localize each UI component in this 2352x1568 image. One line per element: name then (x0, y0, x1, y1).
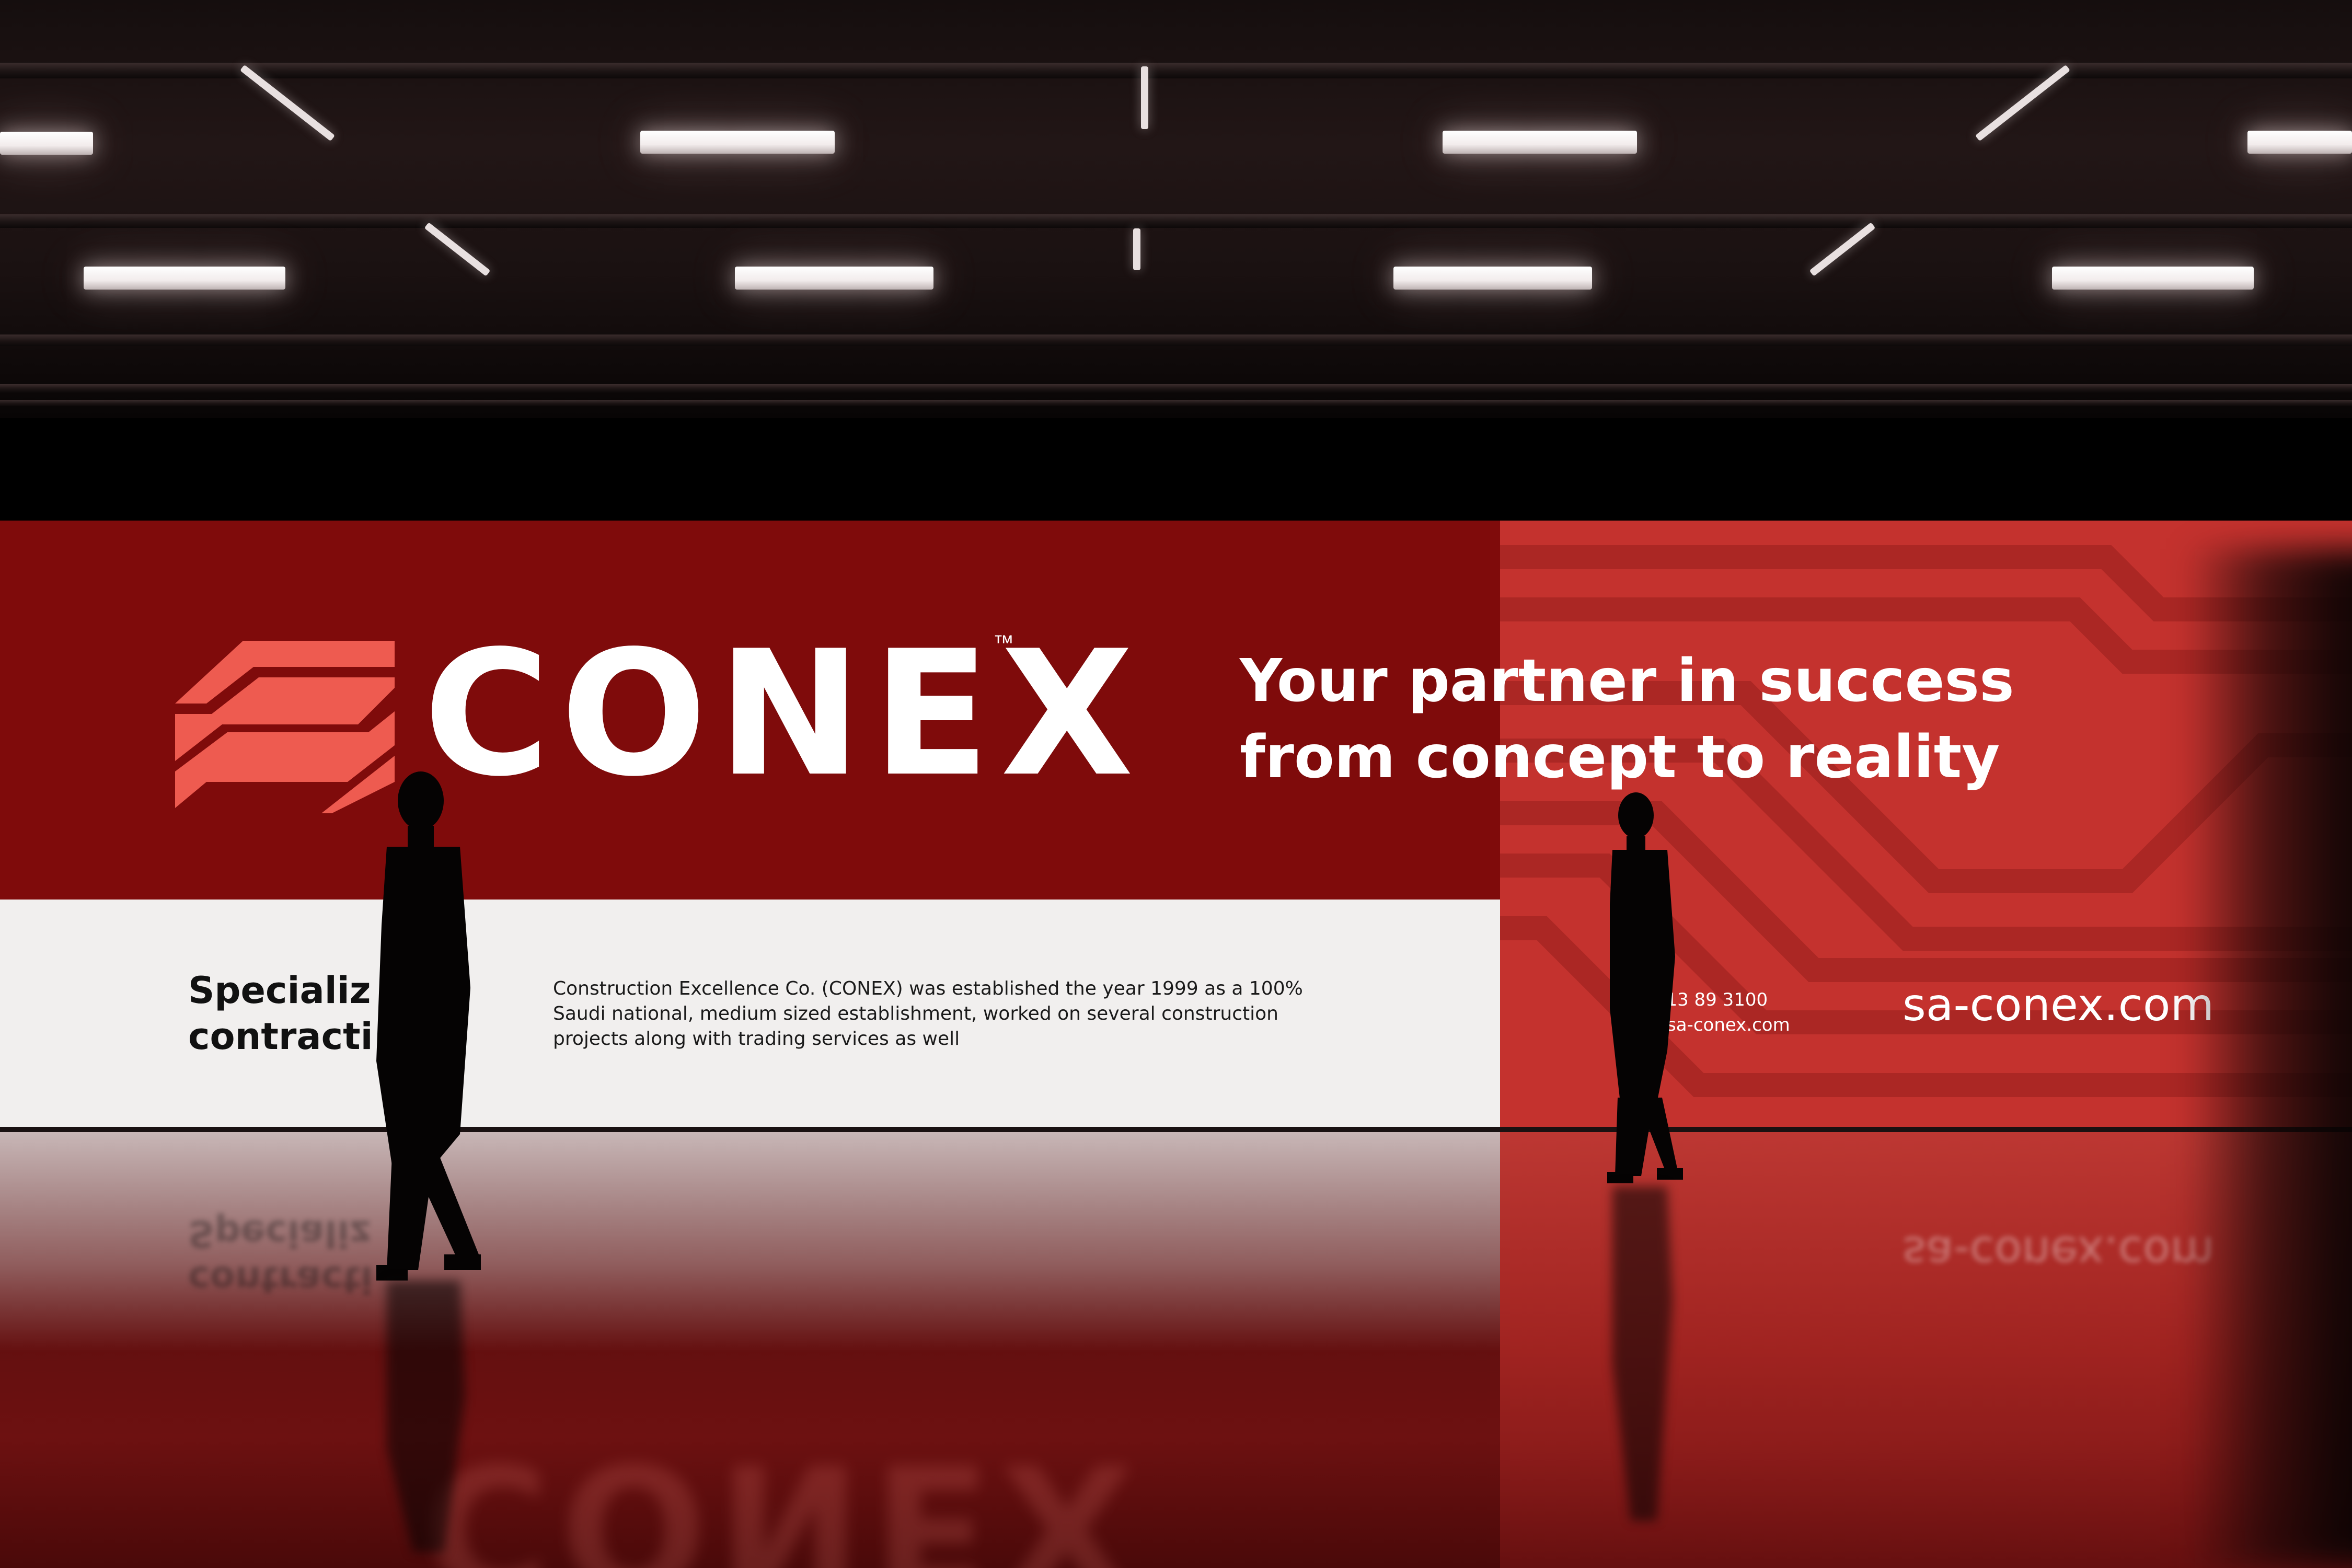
company-description: Construction Excellence Co. (CONEX) was … (553, 978, 1303, 1050)
ceiling-beam (0, 63, 2352, 78)
billboard-scene: CONEX ™ Your partner in success from con… (0, 0, 2352, 1568)
billboard-bottom-frame (0, 1127, 2352, 1132)
ceiling-light (1141, 66, 1148, 129)
tagline-line-1: Your partner in success (1240, 647, 2014, 715)
ceiling-light (640, 131, 835, 154)
trademark-symbol: ™ (993, 631, 1014, 654)
ceiling-light (424, 222, 491, 276)
ceiling-beam (0, 400, 2352, 406)
reflection-specialization: contracti Specializ (188, 1212, 373, 1301)
reflective-floor: contracti Specializ sa-conex.com CONEX (0, 1132, 2352, 1568)
specialization-line-1: Specializ (188, 969, 371, 1012)
website-url: sa-conex.com (1903, 979, 2215, 1031)
billboard: CONEX ™ Your partner in success from con… (0, 521, 2352, 1132)
ceiling-light (0, 132, 93, 155)
ceiling-light (1393, 267, 1592, 290)
ceiling-light (84, 267, 285, 290)
ceiling-light (1133, 228, 1140, 270)
tagline: Your partner in success from concept to … (1240, 643, 2014, 795)
person-silhouette-left (376, 771, 481, 1552)
person-silhouette-right (1607, 792, 1683, 1521)
foreground-blurred-person (2185, 549, 2352, 1568)
ceiling (0, 0, 2352, 418)
ceiling-light (735, 267, 933, 290)
ceiling-beam (0, 384, 2352, 393)
ceiling-light (2247, 131, 2352, 154)
specialization-heading: Specializ contracti (188, 967, 373, 1059)
reflection-wordmark: CONEX (423, 1425, 1144, 1568)
reflection-website: sa-conex.com (1903, 1226, 2215, 1278)
conex-wordmark: CONEX (423, 614, 1144, 814)
ceiling-beam (0, 335, 2352, 346)
tagline-line-2: from concept to reality (1240, 723, 2000, 791)
ceiling-beam (0, 214, 2352, 228)
specialization-line-2: contracti (188, 1015, 373, 1058)
ceiling-light (2052, 267, 2254, 290)
ceiling-light (1443, 131, 1637, 154)
ceiling-light (1809, 222, 1876, 276)
